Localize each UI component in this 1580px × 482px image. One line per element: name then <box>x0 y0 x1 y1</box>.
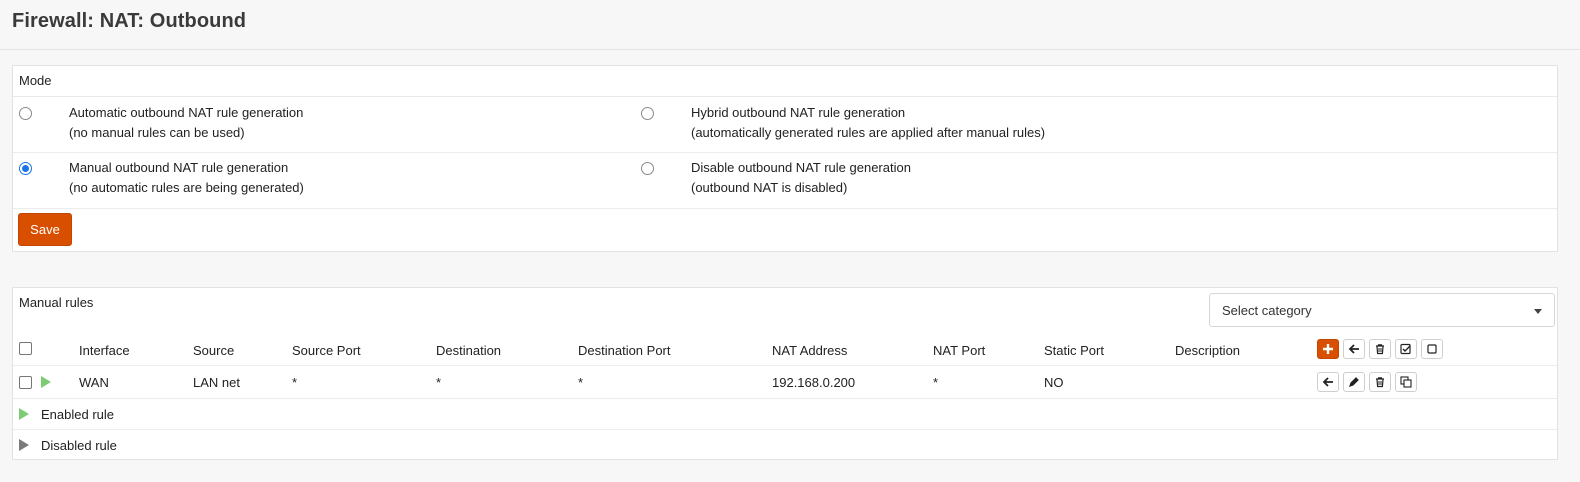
col-destination: Destination <box>436 343 502 358</box>
cell-nat-port: * <box>933 375 939 390</box>
trash-icon <box>1376 344 1384 355</box>
trash-icon <box>1376 377 1384 388</box>
arrow-left-icon <box>1322 377 1333 387</box>
legend-enabled-label: Enabled rule <box>41 407 114 422</box>
col-static-port: Static Port <box>1044 343 1104 358</box>
category-select[interactable]: Select category <box>1209 293 1555 327</box>
radio-manual[interactable] <box>19 162 32 175</box>
legend-enabled: Enabled rule <box>13 399 1557 430</box>
enable-selected-button[interactable] <box>1395 339 1417 359</box>
option-disable-desc: (outbound NAT is disabled) <box>691 180 848 195</box>
play-icon[interactable] <box>41 376 51 388</box>
table-row: WAN LAN net * * * 192.168.0.200 * NO <box>13 366 1557 399</box>
disable-selected-button[interactable] <box>1421 339 1443 359</box>
play-icon-disabled <box>19 439 29 451</box>
select-all-checkbox[interactable] <box>19 342 32 355</box>
option-hybrid-title: Hybrid outbound NAT rule generation <box>691 105 906 120</box>
move-rule-button[interactable] <box>1317 372 1339 392</box>
option-disable-title: Disable outbound NAT rule generation <box>691 160 911 175</box>
legend-disabled: Disabled rule <box>13 430 1557 461</box>
delete-selected-button[interactable] <box>1369 339 1391 359</box>
cell-destination: * <box>436 375 442 390</box>
check-square-icon <box>1400 343 1411 355</box>
clone-rule-button[interactable] <box>1395 372 1417 392</box>
row-checkbox[interactable] <box>19 376 32 389</box>
rules-table-header: Interface Source Source Port Destination… <box>13 332 1557 366</box>
col-description: Description <box>1175 343 1241 358</box>
col-destination-port: Destination Port <box>578 343 671 358</box>
plus-icon <box>1323 344 1333 354</box>
radio-disable[interactable] <box>641 162 654 175</box>
page-header: Firewall: NAT: Outbound <box>0 0 1580 50</box>
col-source-port: Source Port <box>292 343 361 358</box>
option-manual-desc: (no automatic rules are being generated) <box>69 180 304 195</box>
mode-heading: Mode <box>13 66 1557 97</box>
legend-disabled-label: Disabled rule <box>41 438 117 453</box>
square-icon <box>1427 344 1437 354</box>
arrow-left-icon <box>1348 344 1359 354</box>
option-automatic-title: Automatic outbound NAT rule generation <box>69 105 304 120</box>
col-nat-address: NAT Address <box>772 343 848 358</box>
option-hybrid-desc: (automatically generated rules are appli… <box>691 125 1046 140</box>
cell-destination-port: * <box>578 375 584 390</box>
option-manual-title: Manual outbound NAT rule generation <box>69 160 289 175</box>
cell-source-port: * <box>292 375 298 390</box>
page-title: Firewall: NAT: Outbound <box>12 10 247 32</box>
move-selected-button[interactable] <box>1343 339 1365 359</box>
cell-static-port: NO <box>1044 375 1064 390</box>
cell-nat-address: 192.168.0.200 <box>772 375 856 390</box>
pencil-icon <box>1349 377 1359 387</box>
manual-rules-panel: Manual rules Select category Interface S… <box>12 287 1558 460</box>
col-source: Source <box>193 343 235 358</box>
delete-rule-button[interactable] <box>1369 372 1391 392</box>
edit-rule-button[interactable] <box>1343 372 1365 392</box>
rules-heading: Manual rules <box>19 295 94 310</box>
add-rule-button[interactable] <box>1317 339 1339 359</box>
play-icon-enabled <box>19 408 29 420</box>
option-automatic-desc: (no manual rules can be used) <box>69 125 245 140</box>
copy-icon <box>1400 376 1412 388</box>
cell-source: LAN net <box>193 375 240 390</box>
col-nat-port: NAT Port <box>933 343 986 358</box>
radio-automatic[interactable] <box>19 107 32 120</box>
caret-down-icon <box>1534 309 1542 314</box>
cell-interface: WAN <box>79 375 109 390</box>
save-button[interactable]: Save <box>18 213 72 246</box>
radio-hybrid[interactable] <box>641 107 654 120</box>
mode-heading-label: Mode <box>19 73 52 88</box>
col-interface: Interface <box>79 343 130 358</box>
category-select-label: Select category <box>1222 303 1312 318</box>
mode-panel: Mode Automatic outbound NAT rule generat… <box>12 65 1558 252</box>
mode-row-1: Automatic outbound NAT rule generation (… <box>13 97 1557 153</box>
mode-row-2: Manual outbound NAT rule generation (no … <box>13 153 1557 209</box>
